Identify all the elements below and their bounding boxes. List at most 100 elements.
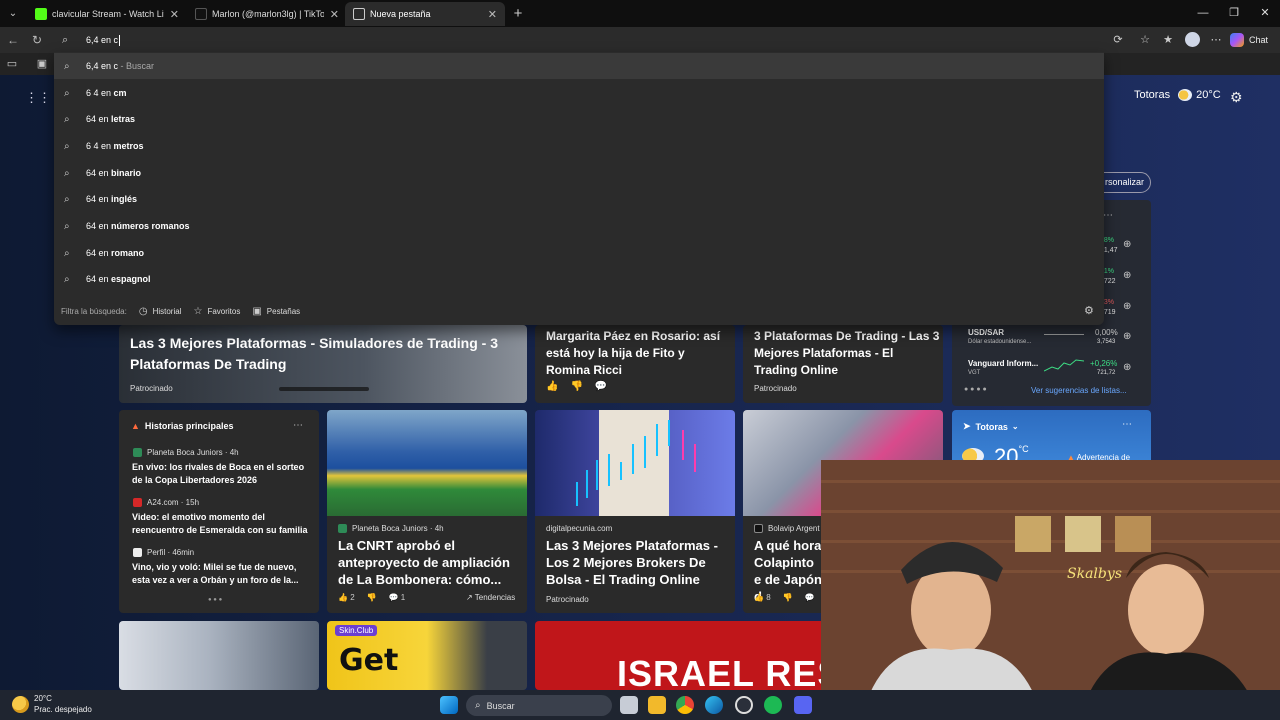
discord-icon[interactable] (794, 696, 812, 714)
edge-icon[interactable] (705, 696, 723, 714)
card-headline[interactable]: 3 Plataformas De Trading - Las 3 Mejores… (754, 328, 940, 379)
suggestion-item[interactable]: ⌕ 64 en binario (54, 160, 1104, 186)
story-headline[interactable]: En vivo: los rivales de Boca en el sorte… (132, 461, 312, 487)
close-tab-icon[interactable]: ✕ (330, 8, 339, 21)
ad-card-skinclub[interactable]: Skin.Club Get (327, 621, 527, 690)
news-card[interactable]: Planeta Boca Juniors · 4h La CNRT aprobó… (327, 410, 527, 613)
tab-bar: ⌄ clavicular Stream - Watch Live on ✕ Ma… (0, 0, 1280, 27)
carousel-dots[interactable]: ● ● ● ● (964, 386, 987, 393)
close-tab-icon[interactable]: ✕ (170, 8, 179, 21)
comment-icon[interactable]: 💬 (805, 593, 815, 602)
gear-icon[interactable]: ⚙ (1084, 304, 1094, 317)
like-icon[interactable]: 👍 (546, 381, 558, 392)
dislike-icon[interactable]: 👎 (570, 381, 582, 392)
webcam-scene: Skalbys (821, 460, 1280, 720)
omnibox-input[interactable]: 6,4 en c (86, 35, 121, 47)
filter-history-button[interactable]: ◷ Historial (139, 306, 182, 317)
market-name[interactable]: USD/SAR (968, 328, 1004, 337)
add-watchlist-icon[interactable]: ⊕ (1123, 362, 1131, 373)
weather-card-header[interactable]: ➤ Totoras ⌄ (963, 421, 1019, 432)
favorites-add-icon[interactable]: ☆ (1137, 32, 1153, 48)
more-options-icon[interactable]: ⋯ (293, 420, 303, 431)
news-card-image[interactable] (119, 621, 319, 690)
like-button[interactable]: 👍 2 (338, 593, 355, 602)
taskbar-search[interactable]: ⌕ Buscar (466, 695, 612, 716)
tab-tiktok[interactable]: Marlon (@marlon3lg) | TikTok ✕ (187, 2, 347, 26)
refresh-button[interactable]: ↻ (27, 31, 47, 49)
card-headline[interactable]: Margarita Páez en Rosario: así está hoy … (546, 328, 732, 379)
suggestion-item[interactable]: ⌕ 64 en inglés (54, 186, 1104, 212)
tab-title: Marlon (@marlon3lg) | TikTok (212, 9, 324, 19)
back-button[interactable]: ← (3, 31, 23, 49)
add-watchlist-icon[interactable]: ⊕ (1123, 239, 1131, 250)
card-headline[interactable]: La CNRT aprobó el anteproyecto de amplia… (338, 537, 524, 588)
close-tab-icon[interactable]: ✕ (488, 8, 497, 21)
favorites-icon[interactable]: ★ (1160, 32, 1176, 48)
story-headline[interactable]: Vino, vio y voló: Milei se fue de nuevo,… (132, 561, 312, 587)
comment-icon[interactable]: 💬 (595, 381, 607, 392)
comment-button[interactable]: 💬 1 (389, 593, 406, 602)
suggestion-item[interactable]: ⌕ 64 en números romanos (54, 213, 1104, 239)
suggestion-item[interactable]: ⌕ 6,4 en c - Buscar (54, 53, 1104, 79)
news-card-israel[interactable]: ISRAEL RESPONI (535, 621, 825, 690)
watchlist-suggestions-link[interactable]: Ver sugerencias de listas... (1031, 386, 1127, 395)
card-source: Bolavip Argent (754, 524, 820, 533)
pagination-dots[interactable]: ● ● ● (208, 597, 222, 603)
markets-more-icon[interactable]: ⋯ (1103, 210, 1113, 221)
header-weather[interactable]: Totoras 20°C (1134, 89, 1221, 101)
suggestion-item[interactable]: ⌕ 64 en espagnol (54, 266, 1104, 292)
tab-kick-stream[interactable]: clavicular Stream - Watch Live on ✕ (27, 2, 187, 26)
omnibox[interactable]: ⌕ 6,4 en c (54, 29, 1102, 52)
wall-frame (1015, 516, 1051, 552)
ad-card[interactable]: digitalpecunia.com Las 3 Mejores Platafo… (535, 410, 735, 613)
more-options-icon[interactable]: ⋯ (1208, 32, 1224, 48)
story-source: A24.com · 15h (133, 498, 199, 507)
tab-actions-menu[interactable]: ⌄ (3, 4, 23, 23)
start-button[interactable] (440, 696, 458, 714)
hero-card[interactable]: Las 3 Mejores Plataformas - Simuladores … (119, 325, 527, 403)
dislike-icon[interactable]: 👎 (783, 593, 793, 602)
profile-avatar[interactable] (1185, 32, 1200, 47)
dislike-icon[interactable]: 👎 (367, 593, 377, 602)
more-options-icon[interactable]: ⋯ (1122, 419, 1132, 430)
minimize-button[interactable]: — (1188, 4, 1218, 22)
taskbar: 20°C Prac. despejado ⌕ Buscar (0, 690, 1280, 720)
task-view-icon[interactable] (620, 696, 638, 714)
file-explorer-icon[interactable] (648, 696, 666, 714)
apps-grid-icon[interactable]: ⋮⋮⋮ (25, 91, 64, 105)
search-icon: ⌕ (64, 113, 70, 125)
close-window-button[interactable]: ✕ (1250, 4, 1280, 22)
spotify-icon[interactable] (764, 696, 782, 714)
filter-favorites-button[interactable]: ☆ Favoritos (193, 306, 240, 317)
carousel-indicator[interactable] (279, 387, 369, 391)
tab-new-tab[interactable]: Nueva pestaña ✕ (345, 2, 505, 26)
market-name[interactable]: Vanguard Inform... (968, 359, 1038, 368)
suggestion-item[interactable]: ⌕ 64 en romano (54, 240, 1104, 266)
suggestion-text: 64 en binario (86, 168, 142, 178)
add-watchlist-icon[interactable]: ⊕ (1123, 301, 1131, 312)
ad-card[interactable]: 3 Plataformas De Trading - Las 3 Mejores… (743, 325, 943, 403)
taskbar-weather[interactable]: 20°C Prac. despejado (12, 693, 92, 715)
suggestion-text: 64 en inglés (86, 194, 138, 204)
news-card[interactable]: Margarita Páez en Rosario: así está hoy … (535, 325, 735, 403)
story-headline[interactable]: Video: el emotivo momento del reencuentr… (132, 511, 312, 537)
card-headline[interactable]: Las 3 Mejores Plataformas - Los 2 Mejore… (546, 537, 732, 588)
suggestion-item[interactable]: ⌕ 6 4 en cm (54, 80, 1104, 106)
collections-icon[interactable]: ▣ (34, 56, 50, 72)
hero-headline[interactable]: Las 3 Mejores Plataformas - Simuladores … (130, 333, 525, 375)
copilot-button[interactable]: Chat (1230, 31, 1268, 49)
add-watchlist-icon[interactable]: ⊕ (1123, 331, 1131, 342)
filter-tabs-button[interactable]: ▣ Pestañas (252, 306, 300, 317)
like-button[interactable]: 👍 8 (754, 593, 771, 602)
extensions-icon[interactable]: ⟳ (1110, 32, 1126, 48)
chrome-icon[interactable] (676, 696, 694, 714)
maximize-button[interactable]: ❐ (1219, 4, 1249, 22)
suggestion-item[interactable]: ⌕ 6 4 en metros (54, 133, 1104, 159)
page-settings-icon[interactable]: ⚙ (1230, 89, 1243, 106)
new-tab-button[interactable]: + (508, 4, 528, 23)
market-sub: VGT (968, 370, 981, 376)
suggestion-item[interactable]: ⌕ 64 en letras (54, 106, 1104, 132)
reading-icon[interactable]: ▭ (4, 56, 20, 72)
add-watchlist-icon[interactable]: ⊕ (1123, 270, 1131, 281)
steam-icon[interactable] (735, 696, 753, 714)
